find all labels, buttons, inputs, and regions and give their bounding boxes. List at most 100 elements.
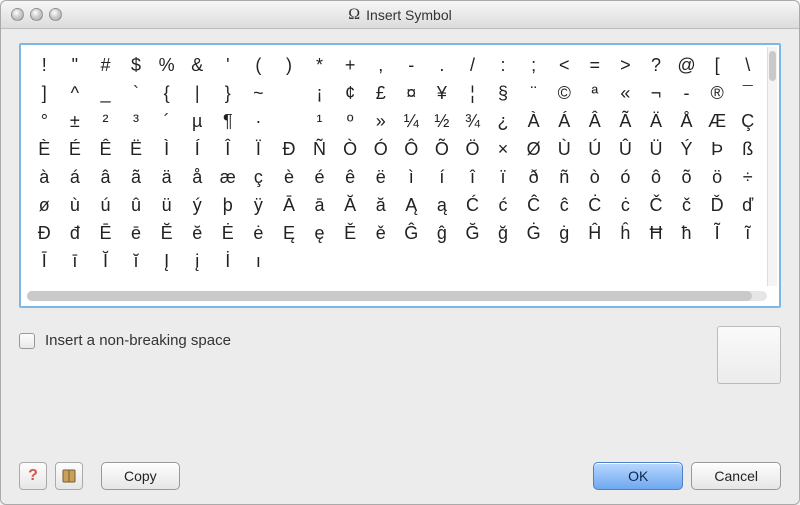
- symbol-cell[interactable]: ¡: [304, 79, 335, 107]
- symbol-cell[interactable]: đ: [60, 219, 91, 247]
- symbol-cell[interactable]: ¨: [518, 79, 549, 107]
- symbol-cell[interactable]: ě: [365, 219, 396, 247]
- symbol-cell[interactable]: ½: [427, 107, 458, 135]
- symbol-cell[interactable]: Î: [213, 135, 244, 163]
- symbol-cell[interactable]: ą: [427, 191, 458, 219]
- symbol-cell[interactable]: Ø: [518, 135, 549, 163]
- symbol-cell[interactable]: ă: [365, 191, 396, 219]
- symbol-cell[interactable]: ć: [488, 191, 519, 219]
- symbol-cell[interactable]: ó: [610, 163, 641, 191]
- symbol-cell[interactable]: É: [60, 135, 91, 163]
- symbol-cell[interactable]: ): [274, 51, 305, 79]
- symbol-cell[interactable]: {: [151, 79, 182, 107]
- symbol-cell[interactable]: Č: [641, 191, 672, 219]
- symbol-cell[interactable]: þ: [213, 191, 244, 219]
- symbol-cell[interactable]: ×: [488, 135, 519, 163]
- symbol-cell[interactable]: ?: [641, 51, 672, 79]
- symbol-cell[interactable]: ï: [488, 163, 519, 191]
- symbol-cell[interactable]: Ĩ: [702, 219, 733, 247]
- symbol-cell[interactable]: ĥ: [610, 219, 641, 247]
- symbol-cell[interactable]: Đ: [29, 219, 60, 247]
- horizontal-scroll-thumb[interactable]: [27, 291, 752, 301]
- symbol-cell[interactable]: ì: [396, 163, 427, 191]
- symbol-cell[interactable]: ò: [580, 163, 611, 191]
- symbol-cell[interactable]: Ħ: [641, 219, 672, 247]
- symbol-cell[interactable]: ¥: [427, 79, 458, 107]
- symbol-cell[interactable]: ß: [732, 135, 763, 163]
- symbol-cell[interactable]: Ď: [702, 191, 733, 219]
- symbol-cell[interactable]: ā: [304, 191, 335, 219]
- symbol-cell[interactable]: Û: [610, 135, 641, 163]
- symbol-cell[interactable]: Ë: [121, 135, 152, 163]
- symbol-cell[interactable]: ù: [60, 191, 91, 219]
- symbol-cell[interactable]: ²: [90, 107, 121, 135]
- copy-button[interactable]: Copy: [101, 462, 180, 490]
- symbol-cell[interactable]: İ: [213, 247, 244, 275]
- symbol-cell[interactable]: ^: [60, 79, 91, 107]
- symbol-cell[interactable]: ã: [121, 163, 152, 191]
- symbol-cell[interactable]: Ę: [274, 219, 305, 247]
- symbol-cell[interactable]: ,: [365, 51, 396, 79]
- symbol-cell[interactable]: [274, 107, 305, 135]
- symbol-cell[interactable]: Ê: [90, 135, 121, 163]
- symbol-cell[interactable]: ı: [243, 247, 274, 275]
- symbol-cell[interactable]: Ä: [641, 107, 672, 135]
- zoom-window-button[interactable]: [49, 8, 62, 21]
- symbol-cell[interactable]: Ã: [610, 107, 641, 135]
- symbol-cell[interactable]: ī: [60, 247, 91, 275]
- symbol-cell[interactable]: é: [304, 163, 335, 191]
- symbol-cell[interactable]: ĕ: [182, 219, 213, 247]
- symbol-cell[interactable]: î: [457, 163, 488, 191]
- symbol-cell[interactable]: Æ: [702, 107, 733, 135]
- symbol-cell[interactable]: Ĝ: [396, 219, 427, 247]
- symbol-cell[interactable]: ÿ: [243, 191, 274, 219]
- reference-button[interactable]: [55, 462, 83, 490]
- symbol-cell[interactable]: Í: [182, 135, 213, 163]
- symbol-cell[interactable]: ¾: [457, 107, 488, 135]
- symbol-cell[interactable]: Ì: [151, 135, 182, 163]
- symbol-cell[interactable]: +: [335, 51, 366, 79]
- symbol-cell[interactable]: |: [182, 79, 213, 107]
- symbol-cell[interactable]: Ñ: [304, 135, 335, 163]
- nbsp-option[interactable]: Insert a non-breaking space: [19, 332, 707, 349]
- symbol-cell[interactable]: à: [29, 163, 60, 191]
- symbol-cell[interactable]: Ĭ: [90, 247, 121, 275]
- symbol-cell[interactable]: º: [335, 107, 366, 135]
- symbol-cell[interactable]: í: [427, 163, 458, 191]
- symbol-cell[interactable]: á: [60, 163, 91, 191]
- symbol-cell[interactable]: ę: [304, 219, 335, 247]
- symbol-cell[interactable]: -: [396, 51, 427, 79]
- symbol-cell[interactable]: ±: [60, 107, 91, 135]
- symbol-cell[interactable]: ³: [121, 107, 152, 135]
- symbol-cell[interactable]: Ò: [335, 135, 366, 163]
- symbol-cell[interactable]: È: [29, 135, 60, 163]
- symbol-cell[interactable]: ä: [151, 163, 182, 191]
- symbol-cell[interactable]: ô: [641, 163, 672, 191]
- symbol-cell[interactable]: č: [671, 191, 702, 219]
- symbol-cell[interactable]: ·: [243, 107, 274, 135]
- symbol-cell[interactable]: ċ: [610, 191, 641, 219]
- symbol-cell[interactable]: Ė: [213, 219, 244, 247]
- symbol-cell[interactable]: Ï: [243, 135, 274, 163]
- symbol-cell[interactable]: #: [90, 51, 121, 79]
- symbol-cell[interactable]: »: [365, 107, 396, 135]
- symbol-cell[interactable]: Ü: [641, 135, 672, 163]
- symbol-cell[interactable]: °: [29, 107, 60, 135]
- symbol-cell[interactable]: ª: [580, 79, 611, 107]
- horizontal-scrollbar[interactable]: [27, 291, 767, 301]
- help-button[interactable]: ?: [19, 462, 47, 490]
- minimize-window-button[interactable]: [30, 8, 43, 21]
- symbol-cell[interactable]: _: [90, 79, 121, 107]
- symbol-cell[interactable]: ĭ: [121, 247, 152, 275]
- symbol-cell[interactable]: $: [121, 51, 152, 79]
- symbol-cell[interactable]: æ: [213, 163, 244, 191]
- symbol-cell[interactable]: ¿: [488, 107, 519, 135]
- symbol-cell[interactable]: å: [182, 163, 213, 191]
- symbol-cell[interactable]: ú: [90, 191, 121, 219]
- symbol-cell[interactable]: Ī: [29, 247, 60, 275]
- symbol-cell[interactable]: ¼: [396, 107, 427, 135]
- symbol-cell[interactable]: Ô: [396, 135, 427, 163]
- symbol-cell[interactable]: ®: [702, 79, 733, 107]
- symbol-cell[interactable]: %: [151, 51, 182, 79]
- ok-button[interactable]: OK: [593, 462, 683, 490]
